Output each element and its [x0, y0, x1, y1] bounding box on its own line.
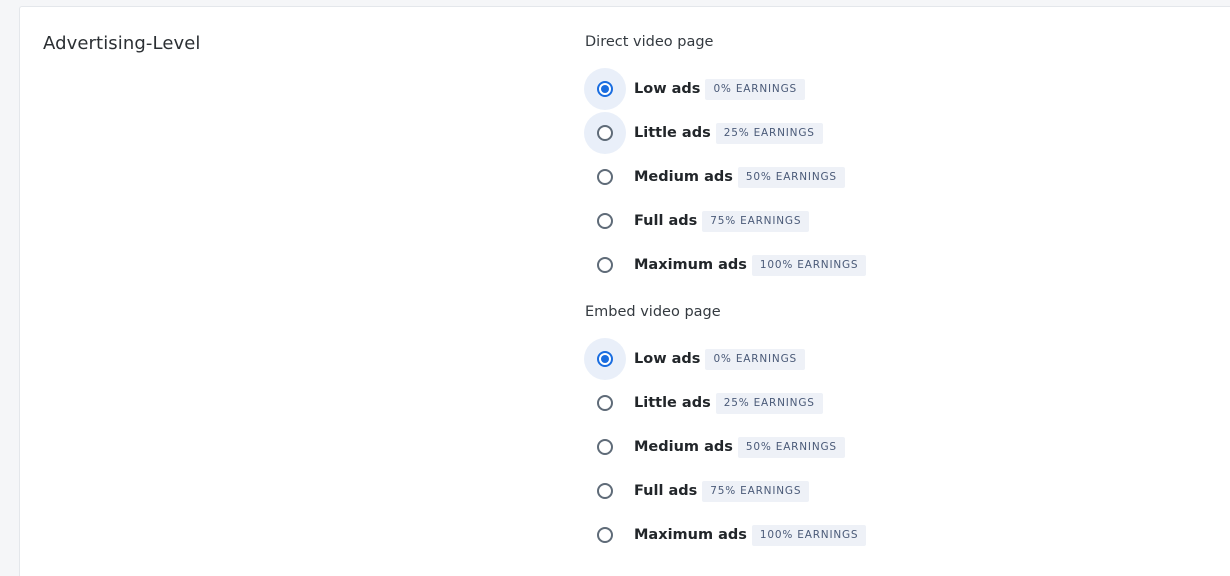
embed-option-little-ads[interactable]: Little ads 25% EARNINGS [585, 381, 866, 425]
earnings-badge: 0% EARNINGS [705, 348, 805, 370]
radio-wrap [584, 244, 626, 286]
embed-option-medium-ads[interactable]: Medium ads 50% EARNINGS [585, 425, 866, 469]
earnings-badge: 50% EARNINGS [737, 436, 845, 458]
direct-option-little-ads[interactable]: Little ads 25% EARNINGS [584, 111, 866, 155]
radio-halo [584, 338, 626, 380]
direct-options: Low ads 0% EARNINGS Little ads 25% EARNI… [584, 67, 867, 287]
radio-unchecked-icon[interactable] [597, 125, 613, 141]
embed-option-full-ads[interactable]: Full ads 75% EARNINGS [585, 469, 866, 513]
radio-unchecked-icon[interactable] [597, 213, 613, 229]
option-label: Full ads [634, 483, 698, 499]
embed-video-page-label: Embed video page [585, 304, 721, 320]
embed-option-low-ads[interactable]: Low ads 0% EARNINGS [584, 337, 866, 381]
embed-video-page-group: Embed video page Low ads 0% EARNINGS Lit… [584, 301, 867, 557]
direct-option-full-ads[interactable]: Full ads 75% EARNINGS [585, 199, 866, 243]
earnings-badge: 100% EARNINGS [751, 254, 867, 276]
earnings-badge: 25% EARNINGS [715, 392, 823, 414]
radio-unchecked-icon[interactable] [597, 527, 613, 543]
radio-unchecked-icon[interactable] [597, 483, 613, 499]
radio-unchecked-icon[interactable] [597, 395, 613, 411]
radio-unchecked-icon[interactable] [597, 257, 613, 273]
radio-wrap [584, 156, 626, 198]
earnings-badge: 75% EARNINGS [702, 480, 810, 502]
direct-option-low-ads[interactable]: Low ads 0% EARNINGS [584, 67, 866, 111]
direct-video-page-label: Direct video page [585, 34, 714, 50]
option-label: Maximum ads [634, 527, 747, 543]
earnings-badge: 50% EARNINGS [737, 166, 845, 188]
direct-option-medium-ads[interactable]: Medium ads 50% EARNINGS [585, 155, 866, 199]
radio-wrap [584, 470, 626, 512]
embed-option-maximum-ads[interactable]: Maximum ads 100% EARNINGS [584, 513, 867, 557]
section-title: Advertising-Level [43, 33, 201, 54]
radio-unchecked-icon[interactable] [597, 169, 613, 185]
option-label: Maximum ads [634, 257, 747, 273]
option-label: Medium ads [634, 169, 733, 185]
radio-halo [584, 112, 626, 154]
direct-video-page-group: Direct video page Low ads 0% EARNINGS Li… [584, 31, 867, 287]
radio-halo [584, 68, 626, 110]
embed-options: Low ads 0% EARNINGS Little ads 25% EARNI… [584, 337, 867, 557]
radio-wrap [584, 382, 626, 424]
radio-unchecked-icon[interactable] [597, 439, 613, 455]
earnings-badge: 25% EARNINGS [715, 122, 823, 144]
radio-wrap [584, 426, 626, 468]
radio-checked-icon[interactable] [597, 81, 613, 97]
option-label: Low ads [634, 351, 701, 367]
radio-checked-icon[interactable] [597, 351, 613, 367]
option-label: Little ads [634, 395, 711, 411]
earnings-badge: 0% EARNINGS [705, 78, 805, 100]
option-label: Medium ads [634, 439, 733, 455]
radio-wrap [584, 514, 626, 556]
earnings-badge: 100% EARNINGS [751, 524, 867, 546]
radio-wrap [584, 200, 626, 242]
advertising-level-card: Advertising-Level Direct video page Low … [19, 6, 1230, 576]
earnings-badge: 75% EARNINGS [702, 210, 810, 232]
option-label: Full ads [634, 213, 698, 229]
option-label: Low ads [634, 81, 701, 97]
direct-option-maximum-ads[interactable]: Maximum ads 100% EARNINGS [584, 243, 867, 287]
option-label: Little ads [634, 125, 711, 141]
